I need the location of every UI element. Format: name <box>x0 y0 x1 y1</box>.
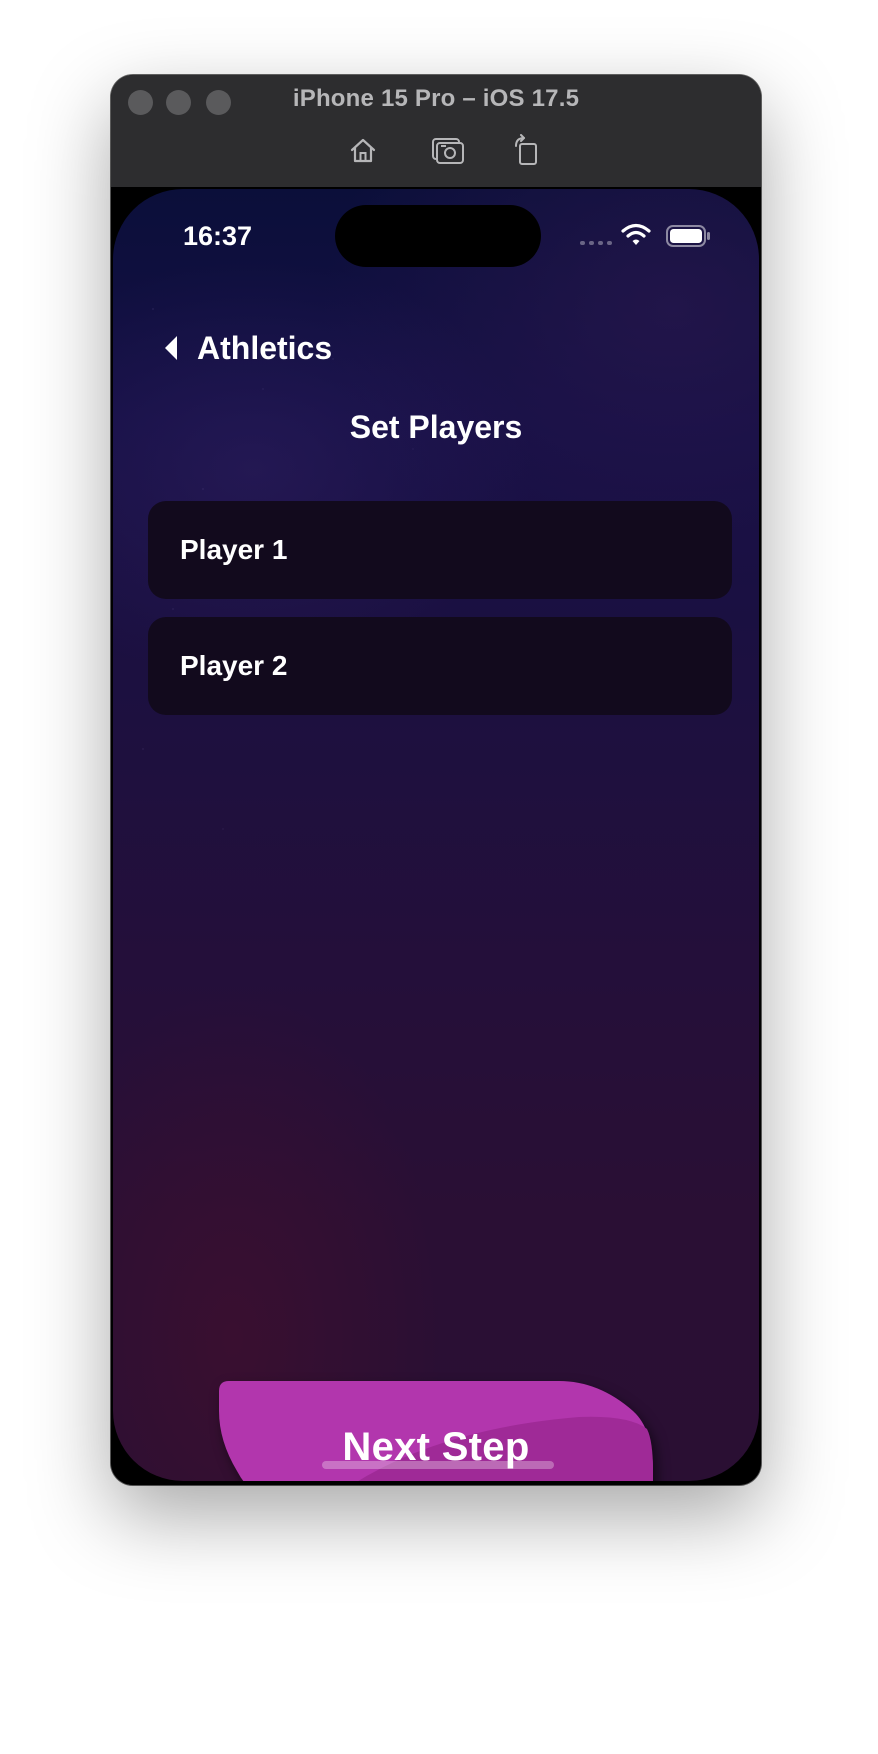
status-time: 16:37 <box>183 221 253 251</box>
player-2-label: Player 2 <box>180 650 288 681</box>
battery-icon <box>666 225 712 252</box>
home-icon[interactable] <box>346 133 380 167</box>
simulator-window: iPhone 15 Pro – iOS 17.5 16:37 Athletics… <box>111 75 761 1485</box>
player-2-field[interactable]: Player 2 <box>148 617 732 715</box>
cellular-signal-icon <box>580 241 612 245</box>
device-screen: 16:37 Athletics Set Players Player 1 Pla… <box>111 187 761 1485</box>
player-1-field[interactable]: Player 1 <box>148 501 732 599</box>
page-title: Set Players <box>349 409 523 445</box>
home-indicator[interactable] <box>322 1461 554 1469</box>
simulator-titlebar: iPhone 15 Pro – iOS 17.5 <box>111 75 761 188</box>
back-button-label: Athletics <box>197 329 333 366</box>
dynamic-island <box>335 205 541 267</box>
wifi-icon <box>621 223 651 252</box>
space-background <box>113 189 759 1481</box>
rotate-icon[interactable] <box>509 133 543 167</box>
simulator-title: iPhone 15 Pro – iOS 17.5 <box>292 85 580 112</box>
back-button[interactable]: Athletics <box>161 323 332 373</box>
app-display: 16:37 Athletics Set Players Player 1 Pla… <box>113 189 759 1481</box>
chevron-left-icon <box>165 336 177 360</box>
camera-icon[interactable] <box>431 133 465 167</box>
player-1-label: Player 1 <box>180 534 288 565</box>
